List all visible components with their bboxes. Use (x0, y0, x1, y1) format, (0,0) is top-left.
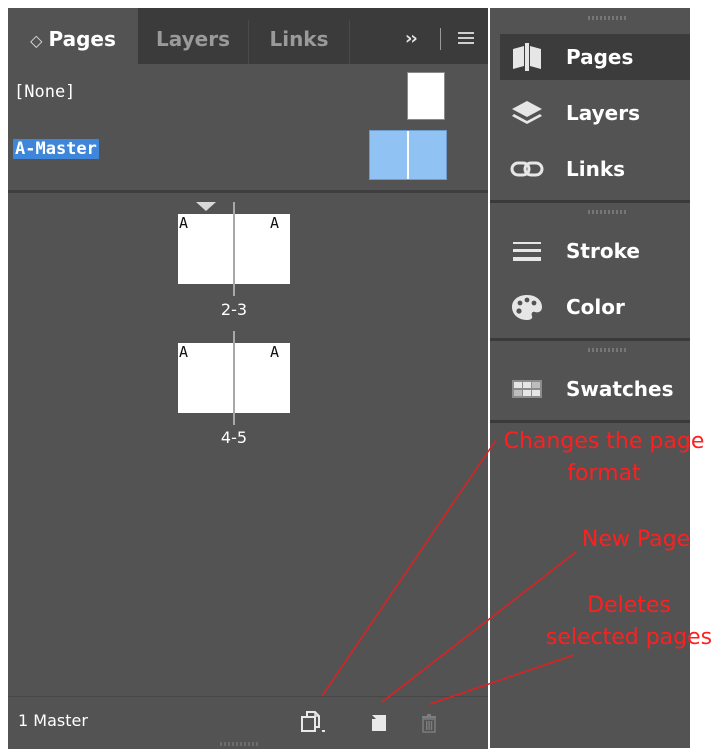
edit-page-size-button[interactable] (298, 707, 328, 737)
page-format-icon (301, 711, 325, 732)
master-prefix-label: A (270, 343, 280, 361)
spread-thumbnail[interactable]: A A (178, 202, 290, 296)
pages-icon (513, 43, 541, 71)
dock-item-stroke[interactable]: Stroke (500, 228, 690, 274)
spread-spine (233, 331, 235, 425)
tab-overflow-icon[interactable]: ›› (405, 28, 418, 49)
master-prefix-label: A (179, 214, 189, 232)
links-icon (510, 161, 544, 177)
dock-item-swatches[interactable]: Swatches (500, 366, 690, 412)
master-none-label[interactable]: [None] (14, 82, 75, 102)
page-thumbnail[interactable] (235, 343, 290, 413)
dock-group-grip[interactable] (588, 16, 628, 20)
dock-group-separator (490, 338, 690, 341)
tab-layers[interactable]: Layers (138, 8, 248, 64)
masters-pages-divider[interactable] (8, 190, 488, 193)
panel-resize-grip[interactable] (220, 742, 260, 746)
tab-pages[interactable]: ◇ Pages (8, 8, 138, 64)
annotation-delete-pages: Deletes selected pages (540, 590, 718, 654)
updown-arrows-icon: ◇ (30, 31, 43, 50)
tab-separator (349, 20, 350, 64)
dock-item-layers-label: Layers (566, 101, 640, 125)
dock-item-links[interactable]: Links (500, 146, 690, 192)
dock-group-grip[interactable] (588, 348, 628, 352)
pages-panel: ◇ Pages Layers Links ›› [None] A-Master (8, 8, 488, 749)
master-none-thumbnail[interactable] (407, 72, 445, 120)
trash-icon (422, 714, 436, 733)
spread-number-label: 2-3 (220, 300, 248, 319)
dock-item-swatches-label: Swatches (566, 377, 674, 401)
master-prefix-label: A (270, 214, 280, 232)
dock-item-layers[interactable]: Layers (500, 90, 690, 136)
panel-tab-bar: ◇ Pages Layers Links ›› (8, 8, 488, 64)
master-count-label: 1 Master (18, 711, 88, 730)
panel-menu-icon[interactable] (458, 32, 474, 44)
tab-links[interactable]: Links (249, 8, 349, 64)
spread-number-label: 4-5 (220, 428, 248, 447)
dock-item-links-label: Links (566, 157, 626, 181)
dock-group-grip[interactable] (588, 210, 628, 214)
tab-links-label: Links (269, 27, 329, 51)
new-page-button[interactable] (364, 707, 394, 737)
stroke-icon (513, 242, 541, 261)
master-prefix-label: A (179, 343, 189, 361)
spread-thumbnail[interactable]: A A (178, 331, 290, 425)
dock-item-color[interactable]: Color (500, 284, 690, 330)
annotation-new-page: New Page (581, 527, 691, 552)
annotation-page-format-line2: format (567, 461, 641, 486)
tab-pages-label: Pages (48, 27, 116, 51)
swatches-icon (512, 380, 542, 398)
new-page-icon (372, 715, 386, 731)
a-master-label[interactable]: A-Master (13, 139, 99, 159)
tabbar-separator (440, 28, 441, 50)
delete-pages-button[interactable] (414, 707, 444, 737)
annotation-page-format: Changes the page format (496, 426, 712, 490)
color-palette-icon (512, 295, 542, 320)
dock-item-stroke-label: Stroke (566, 239, 640, 263)
a-master-thumbnail[interactable] (369, 130, 447, 180)
dock-item-pages[interactable]: Pages (500, 34, 690, 80)
spread-spine (233, 202, 235, 296)
dock-group-separator (490, 420, 690, 423)
dock-item-pages-label: Pages (566, 45, 634, 69)
dock-item-color-label: Color (566, 295, 625, 319)
annotation-delete-pages-line2: selected pages (545, 625, 713, 650)
layers-icon (512, 101, 542, 124)
screenshot-canvas: ◇ Pages Layers Links ›› [None] A-Master (0, 0, 718, 751)
annotation-page-format-line1: Changes the page (503, 429, 705, 454)
dock-group-separator (490, 200, 690, 203)
page-thumbnail[interactable] (235, 214, 290, 284)
annotation-delete-pages-line1: Deletes (587, 593, 671, 618)
current-spread-marker-icon (196, 202, 216, 211)
tab-layers-label: Layers (156, 27, 230, 51)
